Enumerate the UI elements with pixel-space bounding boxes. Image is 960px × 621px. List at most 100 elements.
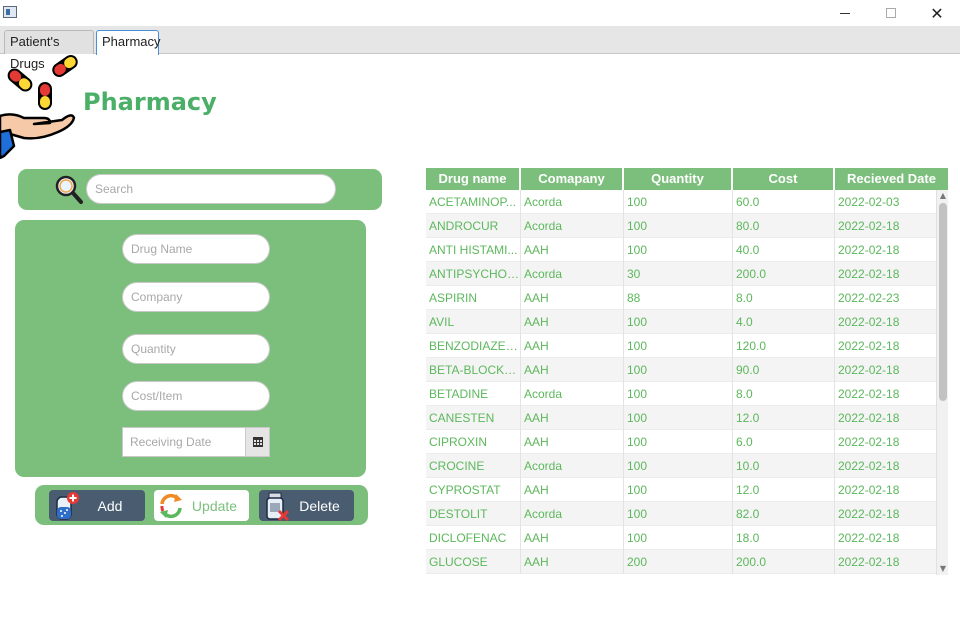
minimize-button[interactable] [822,0,868,26]
receiving-date-field[interactable] [123,428,247,456]
table-row[interactable]: ANTIPSYCHOTIC Acorda 30 200.0 2022-02-18 [426,262,936,286]
table-row[interactable]: BETA-BLOCKER AAH 100 90.0 2022-02-18 [426,358,936,382]
tab-patients-drugs[interactable]: Patient's Drugs [4,30,94,71]
table-row[interactable]: ANDROCUR Acorda 100 80.0 2022-02-18 [426,214,936,238]
table-row[interactable]: GLUCOSE AAH 200 200.0 2022-02-18 [426,550,936,574]
table-row[interactable]: ANTI HISTAMI... AAH 100 40.0 2022-02-18 [426,238,936,262]
drug-name-cell: CYPROSTAT [426,478,521,502]
drug-name-cell: ANTIPSYCHOTIC [426,262,521,286]
received-date-cell: 2022-02-18 [838,459,900,473]
table-row[interactable]: ASPIRIN AAH 88 8.0 2022-02-23 [426,286,936,310]
quantity-cell: 100 [624,214,733,238]
company-cell: AAH [521,526,624,550]
column-header-quantity[interactable]: Quantity [624,168,733,190]
delete-button-label: Delete [299,497,340,514]
action-panel: Add Update Delete [35,485,368,525]
table-row[interactable]: AVIL AAH 100 4.0 2022-02-18 [426,310,936,334]
magnifier-icon [55,175,83,204]
company-cell: AAH [521,358,624,382]
company-cell: AAH [521,550,624,574]
received-date-cell: 2022-02-18 [838,243,900,257]
table-row[interactable]: CYPROSTAT AAH 100 12.0 2022-02-18 [426,478,936,502]
quantity-cell: 100 [624,382,733,406]
received-date-cell: 2022-02-18 [838,531,900,545]
quantity-cell: 100 [624,358,733,382]
table-row[interactable]: DICLOFENAC AAH 100 18.0 2022-02-18 [426,526,936,550]
add-button[interactable]: Add [49,490,145,521]
company-field[interactable] [122,282,270,312]
drug-name-field[interactable] [122,234,270,264]
cost-cell: 4.0 [733,310,835,334]
cost-cell: 80.0 [733,214,835,238]
receiving-date-picker [122,427,270,457]
cost-cell: 8.0 [733,382,835,406]
table-row[interactable]: BETADINE Acorda 100 8.0 2022-02-18 [426,382,936,406]
company-cell: AAH [521,406,624,430]
column-header-drug-name[interactable]: Drug name [426,168,521,190]
company-cell: AAH [521,286,624,310]
cost-cell: 40.0 [733,238,835,262]
drug-name-cell: ANDROCUR [426,214,521,238]
column-header-received-date[interactable]: Recieved Date [835,168,948,190]
received-date-cell: 2022-02-18 [838,411,900,425]
delete-button[interactable]: Delete [259,490,354,521]
received-date-cell: 2022-02-03 [838,195,900,209]
company-cell: AAH [521,430,624,454]
pharmacy-window: ✕ Patient's Drugs Pharmacy Pharmacy Sear… [0,0,960,621]
table-row[interactable]: CANESTEN AAH 100 12.0 2022-02-18 [426,406,936,430]
quantity-cell: 30 [624,262,733,286]
scroll-down-icon[interactable]: ▼ [937,563,949,575]
received-date-cell: 2022-02-18 [838,483,900,497]
drug-name-cell: CROCINE [426,454,521,478]
page-title: Pharmacy [83,88,217,116]
cost-cell: 10.0 [733,454,835,478]
table-row[interactable]: BENZODIAZEP... AAH 100 120.0 2022-02-18 [426,334,936,358]
table-scrollbar[interactable]: ▲ ▼ [936,190,948,575]
quantity-cell: 100 [624,430,733,454]
company-cell: AAH [521,334,624,358]
company-cell: Acorda [521,190,624,214]
drug-name-cell: DESTOLIT [426,502,521,526]
pill-bottle-plus-icon [56,491,79,520]
drug-name-cell: BETA-BLOCKER [426,358,521,382]
company-cell: Acorda [521,454,624,478]
cost-cell: 6.0 [733,430,835,454]
cost-cell: 12.0 [733,478,835,502]
received-date-cell: 2022-02-18 [838,507,900,521]
scroll-up-icon[interactable]: ▲ [937,190,949,202]
quantity-field[interactable] [122,334,270,364]
drug-form-panel [15,220,366,477]
search-input[interactable] [86,174,336,204]
cost-per-item-field[interactable] [122,381,270,411]
calendar-button[interactable] [245,428,269,456]
column-header-company[interactable]: Comapany [521,168,624,190]
minimize-icon [840,12,850,14]
company-cell: AAH [521,310,624,334]
received-date-cell: 2022-02-18 [838,315,900,329]
scrollbar-thumb[interactable] [939,203,947,401]
received-date-cell: 2022-02-23 [838,291,900,305]
tab-pharmacy[interactable]: Pharmacy [96,30,161,55]
quantity-cell: 100 [624,310,733,334]
maximize-icon [886,8,896,18]
quantity-cell: 100 [624,454,733,478]
drug-name-cell: CANESTEN [426,406,521,430]
update-button-label: Update [191,497,238,514]
table-row[interactable]: CIPROXIN AAH 100 6.0 2022-02-18 [426,430,936,454]
company-cell: Acorda [521,262,624,286]
quantity-cell: 100 [624,478,733,502]
table-row[interactable]: ACETAMINOP... Acorda 100 60.0 2022-02-03 [426,190,936,214]
cost-cell: 18.0 [733,526,835,550]
quantity-cell: 100 [624,334,733,358]
calendar-icon [252,437,263,447]
maximize-button[interactable] [868,0,914,26]
column-header-cost[interactable]: Cost [733,168,835,190]
title-bar: ✕ [0,0,960,26]
pill-bottle-x-icon [266,492,290,521]
table-row[interactable]: CROCINE Acorda 100 10.0 2022-02-18 [426,454,936,478]
close-button[interactable]: ✕ [914,0,960,26]
cost-cell: 12.0 [733,406,835,430]
table-row[interactable]: DESTOLIT Acorda 100 82.0 2022-02-18 [426,502,936,526]
update-button[interactable]: Update [154,490,249,521]
cost-cell: 200.0 [733,550,835,574]
